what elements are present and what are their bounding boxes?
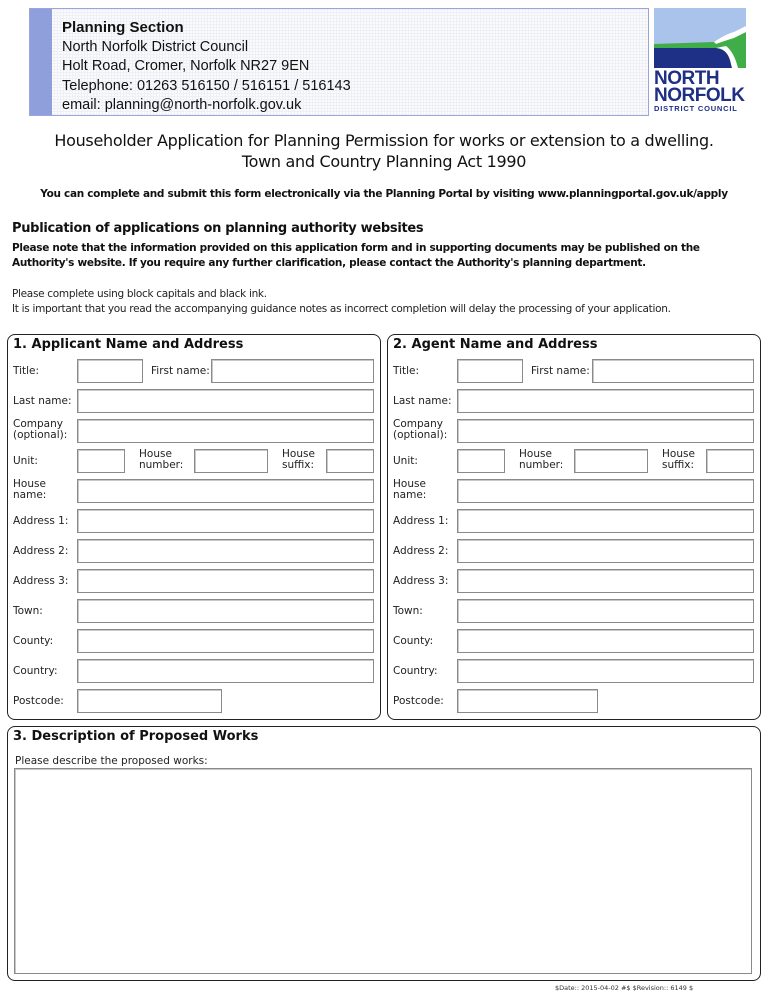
address3-label: Address 3: [13,575,69,587]
agent-first-name-input[interactable] [592,359,754,383]
house-suffix-label: House suffix: [662,449,695,471]
applicant-town-input[interactable] [77,599,374,623]
house-number-label-line2: number: [139,459,184,471]
country-label: Country: [393,665,438,677]
section-agent: 2. Agent Name and Address Title: First n… [387,334,761,720]
publication-heading: Publication of applications on planning … [12,221,424,236]
council-contact: Planning Section North Norfolk District … [62,18,351,116]
agent-address1-input[interactable] [457,509,754,533]
agent-postcode-input[interactable] [457,689,598,713]
applicant-title-input[interactable] [77,359,143,383]
agent-county-input[interactable] [457,629,754,653]
logo-district-council: DISTRICT COUNCIL [654,104,738,113]
house-suffix-label-line2: suffix: [282,459,315,471]
guidance-text: Please complete using block capitals and… [12,287,762,317]
address2-label: Address 2: [393,545,449,557]
company-label-line2: (optional): [393,429,448,441]
form-title-line2: Town and Country Planning Act 1990 [241,152,527,171]
title-label: Title: [13,365,40,377]
planning-portal-note: You can complete and submit this form el… [40,188,728,200]
agent-address2-input[interactable] [457,539,754,563]
applicant-house-number-input[interactable] [194,449,268,473]
applicant-address2-input[interactable] [77,539,374,563]
agent-title-input[interactable] [457,359,523,383]
council-email: email: planning@north-norfolk.gov.uk [62,97,302,113]
section-applicant-title: 1. Applicant Name and Address [13,337,244,352]
county-label: County: [393,635,434,647]
agent-company-input[interactable] [457,419,754,443]
revision-footer: $Date:: 2015-04-02 #$ $Revision:: 6149 $ [555,984,694,992]
country-label: Country: [13,665,58,677]
address3-label: Address 3: [393,575,449,587]
council-logo: NORTH NORFOLK DISTRICT COUNCIL [654,8,746,120]
applicant-company-input[interactable] [77,419,374,443]
applicant-country-input[interactable] [77,659,374,683]
agent-house-suffix-input[interactable] [706,449,754,473]
address1-label: Address 1: [393,515,449,527]
logo-norfolk: NORFOLK [654,85,745,106]
applicant-address1-input[interactable] [77,509,374,533]
town-label: Town: [13,605,43,617]
unit-label: Unit: [13,455,38,467]
applicant-unit-input[interactable] [77,449,125,473]
house-name-label-line2: name: [13,489,47,501]
council-name: North Norfolk District Council [62,38,249,55]
coastline-logo-icon [654,8,746,68]
form-title-line1: Householder Application for Planning Per… [54,131,714,150]
address2-label: Address 2: [13,545,69,557]
section-agent-title: 2. Agent Name and Address [393,337,598,352]
agent-house-name-input[interactable] [457,479,754,503]
council-telephone: Telephone: 01263 516150 / 516151 / 51614… [62,77,351,94]
first-name-label: First name: [151,365,210,377]
form-title: Householder Application for Planning Per… [0,130,768,172]
title-label: Title: [393,365,420,377]
company-label-line2: (optional): [13,429,68,441]
description-prompt: Please describe the proposed works: [15,755,208,767]
logo-wordmark: NORTH NORFOLK DISTRICT COUNCIL [654,69,746,114]
planning-section-label: Planning Section [62,19,184,36]
publication-text: Please note that the information provide… [12,242,700,269]
agent-country-input[interactable] [457,659,754,683]
applicant-address3-input[interactable] [77,569,374,593]
postcode-label: Postcode: [13,695,64,707]
agent-house-number-input[interactable] [574,449,648,473]
address1-label: Address 1: [13,515,69,527]
agent-address3-input[interactable] [457,569,754,593]
applicant-last-name-input[interactable] [77,389,374,413]
guidance-line2: It is important that you read the accomp… [12,303,671,315]
house-name-label: House name: [13,479,46,501]
agent-unit-input[interactable] [457,449,505,473]
house-suffix-label-line2: suffix: [662,459,695,471]
header-stripe [30,9,52,115]
house-number-label-line2: number: [519,459,564,471]
applicant-postcode-input[interactable] [77,689,222,713]
applicant-house-name-input[interactable] [77,479,374,503]
house-suffix-label: House suffix: [282,449,315,471]
council-header: Planning Section North Norfolk District … [29,8,649,116]
company-label: Company (optional): [13,419,67,441]
house-name-label: House name: [393,479,426,501]
first-name-label: First name: [531,365,590,377]
last-name-label: Last name: [13,395,72,407]
applicant-house-suffix-input[interactable] [326,449,374,473]
town-label: Town: [393,605,423,617]
guidance-line1: Please complete using block capitals and… [12,288,267,300]
proposed-works-textarea[interactable] [14,768,752,974]
postcode-label: Postcode: [393,695,444,707]
house-number-label: House number: [139,449,183,471]
section-description: 3. Description of Proposed Works Please … [7,726,761,981]
last-name-label: Last name: [393,395,452,407]
section-applicant: 1. Applicant Name and Address Title: Fir… [7,334,381,720]
agent-town-input[interactable] [457,599,754,623]
county-label: County: [13,635,54,647]
house-number-label: House number: [519,449,563,471]
company-label: Company (optional): [393,419,447,441]
applicant-county-input[interactable] [77,629,374,653]
unit-label: Unit: [393,455,418,467]
agent-last-name-input[interactable] [457,389,754,413]
section-description-title: 3. Description of Proposed Works [13,729,259,744]
applicant-first-name-input[interactable] [211,359,374,383]
house-name-label-line2: name: [393,489,427,501]
council-address: Holt Road, Cromer, Norfolk NR27 9EN [62,58,310,74]
